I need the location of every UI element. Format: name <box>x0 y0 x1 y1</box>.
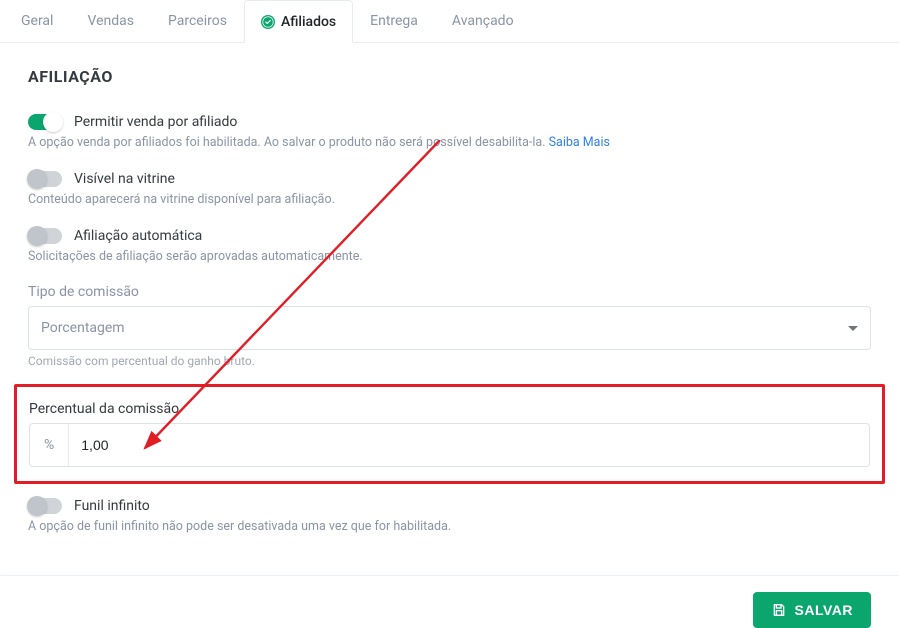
toggle-infinite-funnel[interactable] <box>28 498 62 514</box>
visible-showcase-label: Visível na vitrine <box>74 171 175 187</box>
tabs: Geral Vendas Parceiros Afiliados Entrega… <box>0 0 899 43</box>
infinite-funnel-label: Funil infinito <box>74 498 150 514</box>
commission-type-label: Tipo de comissão <box>28 284 871 300</box>
save-button[interactable]: SALVAR <box>753 592 871 628</box>
commission-percent-input-group: % <box>29 423 870 467</box>
allow-affiliate-sale-label: Permitir venda por afiliado <box>74 114 237 130</box>
commission-percent-highlight: Percentual da comissão % <box>14 384 885 484</box>
tab-vendas[interactable]: Vendas <box>70 0 151 42</box>
toggle-auto-affiliation[interactable] <box>28 228 62 244</box>
affiliate-tab-icon <box>261 15 275 29</box>
infinite-funnel-hint: A opção de funil infinito não pode ser d… <box>28 518 871 537</box>
chevron-down-icon <box>848 326 858 331</box>
tab-avancado[interactable]: Avançado <box>435 0 531 42</box>
commission-type-hint: Comissão com percentual do ganho bruto. <box>28 354 871 368</box>
auto-affiliation-label: Afiliação automática <box>74 228 202 244</box>
commission-percent-input[interactable] <box>69 424 869 466</box>
visible-showcase-hint: Conteúdo aparecerá na vitrine disponível… <box>28 191 871 210</box>
commission-type-selected: Porcentagem <box>41 320 125 336</box>
tab-afiliados[interactable]: Afiliados <box>244 0 353 43</box>
toggle-visible-showcase[interactable] <box>28 171 62 187</box>
toggle-allow-affiliate-sale[interactable] <box>28 114 62 130</box>
tab-geral[interactable]: Geral <box>4 0 70 42</box>
tab-parceiros[interactable]: Parceiros <box>151 0 244 42</box>
save-icon <box>771 602 787 618</box>
percent-icon: % <box>30 424 69 466</box>
auto-affiliation-hint: Solicitações de afiliação serão aprovada… <box>28 248 871 267</box>
footer-bar: SALVAR <box>0 575 899 628</box>
commission-percent-label: Percentual da comissão <box>29 401 870 417</box>
learn-more-link[interactable]: Saiba Mais <box>549 135 610 150</box>
page-title: AFILIAÇÃO <box>28 67 871 86</box>
tab-entrega[interactable]: Entrega <box>353 0 435 42</box>
commission-type-select[interactable]: Porcentagem <box>28 306 871 350</box>
allow-affiliate-sale-hint: A opção venda por afiliados foi habilita… <box>28 134 871 153</box>
